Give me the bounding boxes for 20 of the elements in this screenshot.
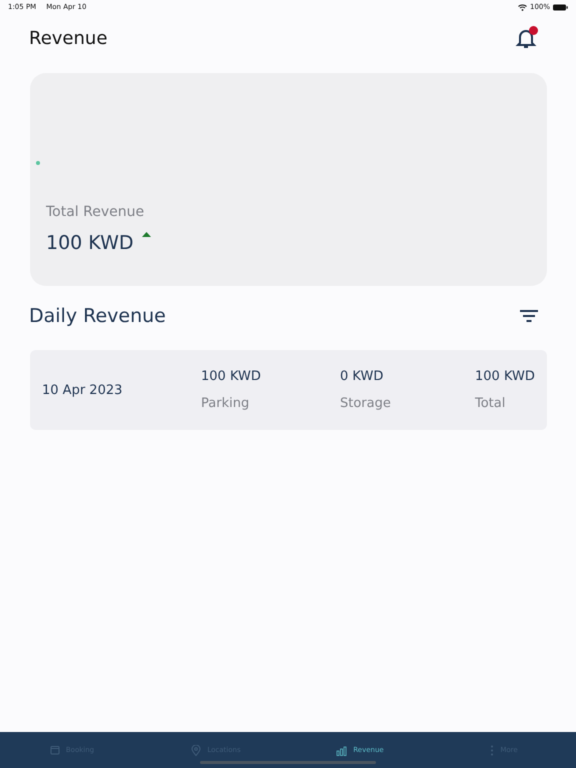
amount-value: 100 KWD — [201, 369, 262, 384]
page-title: Revenue — [29, 28, 108, 48]
more-icon — [490, 744, 494, 756]
location-pin-icon — [191, 744, 202, 756]
wifi-icon — [518, 4, 527, 10]
amount-value: 100 KWD — [475, 369, 536, 384]
calendar-icon — [50, 745, 60, 755]
amount-label: Parking — [201, 396, 250, 411]
amount-value: 0 KWD — [340, 369, 384, 384]
total-revenue-label: Total Revenue — [46, 204, 146, 220]
battery-icon — [553, 4, 568, 10]
chart-point-icon — [36, 161, 40, 165]
row-date: 10 Apr 2023 — [42, 382, 124, 398]
total-revenue-value: 100 KWD — [46, 232, 134, 254]
amount-label: Total — [475, 396, 506, 411]
daily-revenue-row[interactable]: 10 Apr 2023 100 KWD Parking 0 KWD Storage 100 KWD Total — [30, 350, 547, 430]
filter-icon[interactable] — [520, 309, 538, 323]
amount-label: Storage — [340, 396, 392, 411]
section-title: Daily Revenue — [29, 305, 166, 327]
bar-chart-icon — [336, 744, 348, 756]
